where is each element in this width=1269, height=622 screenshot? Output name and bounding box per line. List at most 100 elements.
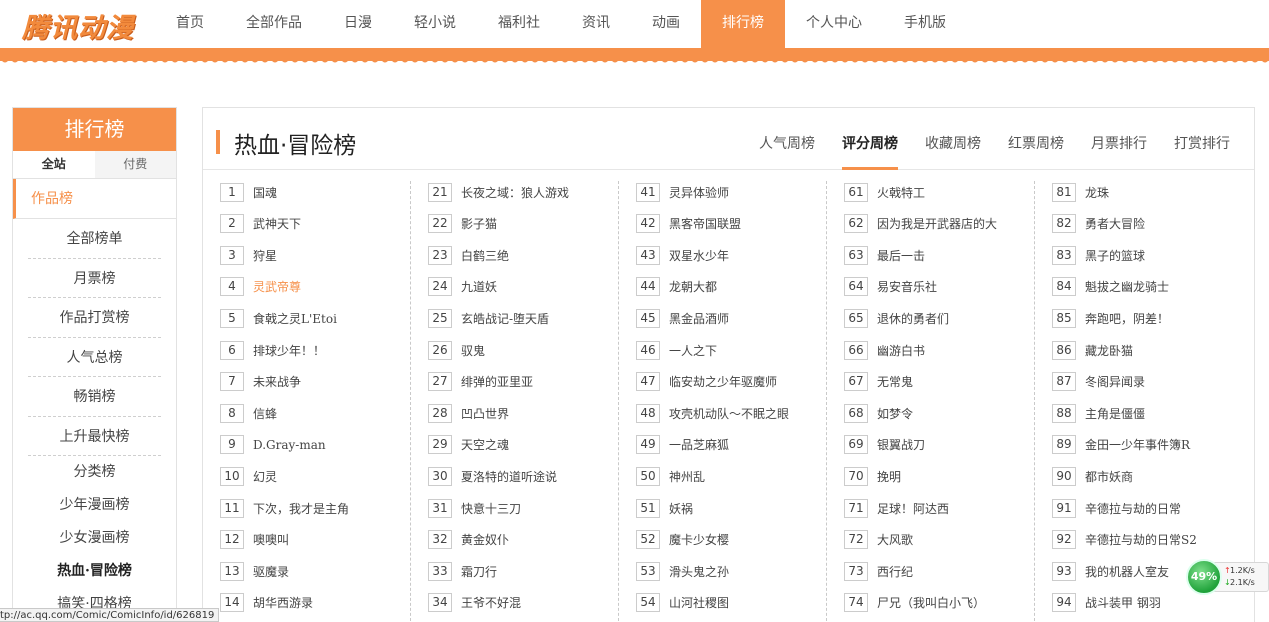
sidebar-category[interactable]: 少女漫画榜 (13, 522, 176, 555)
ranking-row[interactable]: 46 一人之下 (636, 339, 717, 361)
comic-title-link[interactable]: 藏龙卧猫 (1085, 342, 1133, 359)
comic-title-link[interactable]: 驱魔录 (253, 563, 289, 580)
ranking-row[interactable]: 67 无常鬼 (844, 371, 913, 393)
ranking-tab[interactable]: 月票排行 (1091, 108, 1147, 170)
comic-title-link[interactable]: 食戟之灵L'Etoi (253, 310, 337, 327)
comic-title-link[interactable]: 攻壳机动队～不眠之眼 (669, 405, 789, 422)
ranking-row[interactable]: 21 长夜之域：狼人游戏 (428, 181, 569, 203)
ranking-tab[interactable]: 打赏排行 (1174, 108, 1230, 170)
ranking-row[interactable]: 22 影子猫 (428, 213, 497, 235)
comic-title-link[interactable]: 黄金奴仆 (461, 531, 509, 548)
ranking-row[interactable]: 82 勇者大冒险 (1052, 213, 1145, 235)
ranking-row[interactable]: 81 龙珠 (1052, 181, 1109, 203)
comic-title-link[interactable]: 大风歌 (877, 531, 913, 548)
nav-item[interactable]: 个人中心 (785, 0, 883, 48)
ranking-row[interactable]: 93 我的机器人室友 (1052, 560, 1169, 582)
ranking-row[interactable]: 23 白鹤三绝 (428, 244, 509, 266)
comic-title-link[interactable]: 一品芝麻狐 (669, 436, 729, 453)
ranking-row[interactable]: 87 冬阁异闻录 (1052, 371, 1145, 393)
ranking-row[interactable]: 31 快意十三刀 (428, 497, 521, 519)
comic-title-link[interactable]: 排球少年！！ (253, 342, 325, 359)
comic-title-link[interactable]: 黑金品酒师 (669, 310, 729, 327)
ranking-row[interactable]: 9 D.Gray-man (220, 434, 326, 456)
sidebar-category[interactable]: 热血·冒险榜 (13, 555, 176, 588)
ranking-row[interactable]: 26 驭鬼 (428, 339, 485, 361)
sidebar-section-works[interactable]: 作品榜 (13, 179, 176, 219)
site-logo[interactable]: 腾讯动漫 (22, 6, 134, 45)
comic-title-link[interactable]: 魔卡少女樱 (669, 531, 729, 548)
ranking-row[interactable]: 1 国魂 (220, 181, 277, 203)
ranking-row[interactable]: 5 食戟之灵L'Etoi (220, 307, 337, 329)
ranking-row[interactable]: 83 黑子的篮球 (1052, 244, 1145, 266)
ranking-row[interactable]: 66 幽游白书 (844, 339, 925, 361)
ranking-row[interactable]: 68 如梦令 (844, 402, 913, 424)
comic-title-link[interactable]: 黑客帝国联盟 (669, 215, 741, 232)
sidebar-tab[interactable]: 全站 (13, 151, 95, 178)
nav-item[interactable]: 首页 (155, 0, 225, 48)
comic-title-link[interactable]: 主角是僵僵 (1085, 405, 1145, 422)
comic-title-link[interactable]: 霜刀行 (461, 563, 497, 580)
comic-title-link[interactable]: 下次，我才是主角 (253, 500, 349, 517)
nav-item[interactable]: 资讯 (561, 0, 631, 48)
comic-title-link[interactable]: 幻灵 (253, 468, 277, 485)
ranking-row[interactable]: 45 黑金品酒师 (636, 307, 729, 329)
sidebar-item[interactable]: 人气总榜 (28, 338, 161, 377)
ranking-row[interactable]: 10 幻灵 (220, 465, 277, 487)
comic-title-link[interactable]: 夏洛特的道听途说 (461, 468, 557, 485)
ranking-row[interactable]: 88 主角是僵僵 (1052, 402, 1145, 424)
comic-title-link[interactable]: 龙朝大都 (669, 278, 717, 295)
comic-title-link[interactable]: 幽游白书 (877, 342, 925, 359)
comic-title-link[interactable]: 我的机器人室友 (1085, 563, 1169, 580)
comic-title-link[interactable]: 影子猫 (461, 215, 497, 232)
ranking-row[interactable]: 29 天空之魂 (428, 434, 509, 456)
ranking-row[interactable]: 69 银翼战刀 (844, 434, 925, 456)
comic-title-link[interactable]: 白鹤三绝 (461, 247, 509, 264)
comic-title-link[interactable]: 退休的勇者们 (877, 310, 949, 327)
comic-title-link[interactable]: 冬阁异闻录 (1085, 373, 1145, 390)
ranking-row[interactable]: 63 最后一击 (844, 244, 925, 266)
comic-title-link[interactable]: 神州乱 (669, 468, 705, 485)
ranking-row[interactable]: 62 因为我是开武器店的大 (844, 213, 997, 235)
sidebar-category[interactable]: 少年漫画榜 (13, 489, 176, 522)
ranking-row[interactable]: 92 辛德拉与劫的日常S2 (1052, 529, 1197, 551)
comic-title-link[interactable]: 战斗装甲 钢羽 (1085, 594, 1161, 611)
ranking-row[interactable]: 11 下次，我才是主角 (220, 497, 349, 519)
ranking-row[interactable]: 52 魔卡少女樱 (636, 529, 729, 551)
comic-title-link[interactable]: 最后一击 (877, 247, 925, 264)
ranking-row[interactable]: 7 未来战争 (220, 371, 301, 393)
ranking-row[interactable]: 42 黑客帝国联盟 (636, 213, 741, 235)
ranking-row[interactable]: 86 藏龙卧猫 (1052, 339, 1133, 361)
ranking-row[interactable]: 51 妖祸 (636, 497, 693, 519)
ranking-row[interactable]: 85 奔跑吧，阴差！ (1052, 307, 1169, 329)
sidebar-tab[interactable]: 付费 (94, 151, 176, 178)
ranking-tab[interactable]: 红票周榜 (1008, 108, 1064, 170)
comic-title-link[interactable]: 长夜之域：狼人游戏 (461, 184, 569, 201)
comic-title-link[interactable]: 信蜂 (253, 405, 277, 422)
ranking-tab[interactable]: 人气周榜 (759, 108, 815, 170)
ranking-row[interactable]: 49 一品芝麻狐 (636, 434, 729, 456)
comic-title-link[interactable]: 驭鬼 (461, 342, 485, 359)
comic-title-link[interactable]: 火戟特工 (877, 184, 925, 201)
ranking-row[interactable]: 30 夏洛特的道听途说 (428, 465, 557, 487)
ranking-tab[interactable]: 评分周榜 (842, 108, 898, 170)
comic-title-link[interactable]: 魁拔之幽龙骑士 (1085, 278, 1169, 295)
comic-title-link[interactable]: 勇者大冒险 (1085, 215, 1145, 232)
comic-title-link[interactable]: 易安音乐社 (877, 278, 937, 295)
ranking-row[interactable]: 73 西行纪 (844, 560, 913, 582)
ranking-tab[interactable]: 收藏周榜 (925, 108, 981, 170)
sidebar-item[interactable]: 全部榜单 (28, 219, 161, 259)
comic-title-link[interactable]: 无常鬼 (877, 373, 913, 390)
ranking-row[interactable]: 24 九道妖 (428, 276, 497, 298)
comic-title-link[interactable]: 滑头鬼之孙 (669, 563, 729, 580)
ranking-row[interactable]: 65 退休的勇者们 (844, 307, 949, 329)
comic-title-link[interactable]: 武神天下 (253, 215, 301, 232)
ranking-row[interactable]: 27 绯弹的亚里亚 (428, 371, 533, 393)
comic-title-link[interactable]: 玄皓战记-堕天盾 (461, 310, 549, 327)
comic-title-link[interactable]: 尸兄（我叫白小飞） (877, 594, 985, 611)
comic-title-link[interactable]: 如梦令 (877, 405, 913, 422)
sidebar-item[interactable]: 作品打赏榜 (28, 298, 161, 338)
ranking-row[interactable]: 47 临安劫之少年驱魔师 (636, 371, 777, 393)
comic-title-link[interactable]: 胡华西游录 (253, 594, 313, 611)
comic-title-link[interactable]: 辛德拉与劫的日常 (1085, 500, 1181, 517)
nav-item[interactable]: 动画 (631, 0, 701, 48)
